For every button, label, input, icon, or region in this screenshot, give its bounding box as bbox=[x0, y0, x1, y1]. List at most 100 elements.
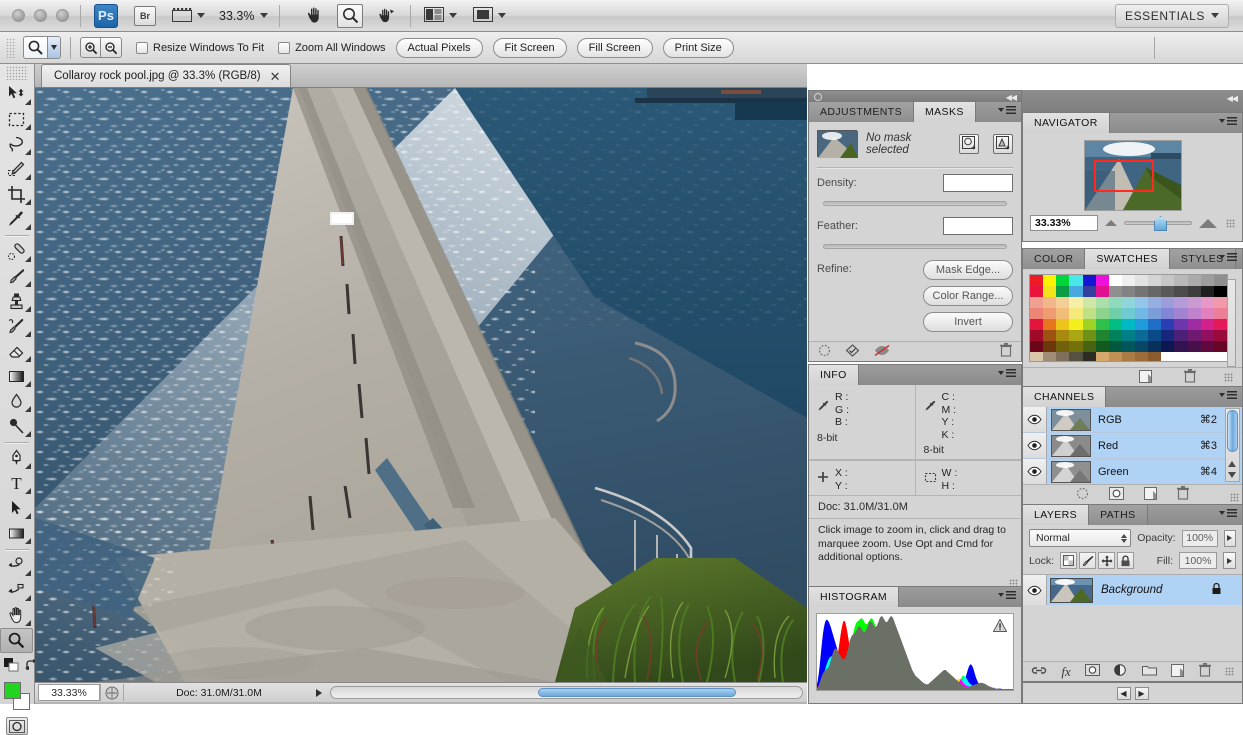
swatch-cell[interactable] bbox=[1122, 297, 1135, 308]
dodge-tool[interactable] bbox=[0, 414, 33, 439]
path-selection-tool[interactable] bbox=[0, 496, 33, 521]
tool-expand-triangle[interactable] bbox=[25, 595, 31, 601]
swatch-cell[interactable] bbox=[1148, 275, 1161, 286]
swatch-cell[interactable] bbox=[1096, 330, 1109, 341]
view-extras-menu[interactable] bbox=[172, 8, 205, 23]
swatch-cell[interactable] bbox=[1161, 319, 1174, 330]
zoom-direction-buttons[interactable] bbox=[80, 37, 122, 58]
tool-expand-triangle[interactable] bbox=[25, 406, 31, 412]
swatch-cell[interactable] bbox=[1043, 341, 1056, 352]
swatch-cell[interactable] bbox=[1214, 352, 1227, 362]
mask-thumbnail[interactable] bbox=[817, 130, 857, 157]
options-bar-grip[interactable] bbox=[6, 38, 16, 58]
quick-selection-tool[interactable] bbox=[0, 157, 33, 182]
channel-row-red[interactable]: Red ⌘3 bbox=[1023, 433, 1242, 459]
checkbox-box[interactable] bbox=[278, 42, 290, 54]
tool-expand-triangle[interactable] bbox=[25, 256, 31, 262]
swatch-cell[interactable] bbox=[1135, 341, 1148, 352]
swatches-panel-tabs[interactable]: COLOR SWATCHES STYLES bbox=[1023, 249, 1242, 269]
swatch-cell[interactable] bbox=[1148, 341, 1161, 352]
swatch-cell[interactable] bbox=[1201, 341, 1214, 352]
channels-panel-tabs[interactable]: CHANNELS bbox=[1023, 387, 1242, 407]
tab-info[interactable]: INFO bbox=[809, 365, 859, 385]
lasso-tool[interactable] bbox=[0, 132, 33, 157]
actual-pixels-button[interactable]: Actual Pixels bbox=[396, 38, 483, 58]
document-tab[interactable]: Collaroy rock pool.jpg @ 33.3% (RGB/8) ✕ bbox=[41, 64, 291, 87]
swatch-cell[interactable] bbox=[1083, 275, 1096, 286]
swatch-cell[interactable] bbox=[1148, 308, 1161, 319]
pen-tool[interactable] bbox=[0, 446, 33, 471]
swatch-cell[interactable] bbox=[1069, 275, 1082, 286]
tool-expand-triangle[interactable] bbox=[25, 124, 31, 130]
opacity-slider-arrow-icon[interactable] bbox=[1224, 530, 1236, 547]
swatch-cell[interactable] bbox=[1188, 275, 1201, 286]
gradient-tool[interactable] bbox=[0, 364, 33, 389]
delete-swatch-icon[interactable] bbox=[1184, 369, 1196, 386]
tab-channels[interactable]: CHANNELS bbox=[1023, 387, 1106, 407]
swatch-cell[interactable] bbox=[1161, 275, 1174, 286]
status-zoom-field[interactable]: 33.33% bbox=[38, 684, 100, 701]
swatch-cell[interactable] bbox=[1043, 330, 1056, 341]
image-canvas[interactable] bbox=[35, 88, 807, 682]
swatch-cell[interactable] bbox=[1201, 330, 1214, 341]
preview-proxy-icon[interactable] bbox=[100, 684, 124, 701]
swatch-cell[interactable] bbox=[1096, 341, 1109, 352]
brush-tool[interactable] bbox=[0, 264, 33, 289]
navigator-thumbnail[interactable] bbox=[1084, 140, 1182, 211]
layer-style-icon[interactable]: fx bbox=[1061, 664, 1070, 680]
swatch-grid[interactable] bbox=[1029, 274, 1228, 362]
swatch-cell[interactable] bbox=[1043, 308, 1056, 319]
swatch-cell[interactable] bbox=[1214, 308, 1227, 319]
swatch-cell[interactable] bbox=[1083, 330, 1096, 341]
disable-mask-icon[interactable] bbox=[874, 344, 890, 360]
tool-expand-triangle[interactable] bbox=[25, 224, 31, 230]
rotate-view-tool-button[interactable] bbox=[373, 4, 399, 28]
swatch-cell[interactable] bbox=[1030, 297, 1043, 308]
swatch-cell[interactable] bbox=[1109, 275, 1122, 286]
swatch-cell[interactable] bbox=[1174, 275, 1187, 286]
tool-expand-triangle[interactable] bbox=[25, 488, 31, 494]
swatch-cell[interactable] bbox=[1109, 319, 1122, 330]
foreground-color-swatch[interactable] bbox=[4, 682, 21, 699]
tool-expand-triangle[interactable] bbox=[25, 538, 31, 544]
swatch-cell[interactable] bbox=[1174, 341, 1187, 352]
histogram-panel-tabs[interactable]: HISTOGRAM bbox=[809, 587, 1021, 607]
swatch-cell[interactable] bbox=[1069, 352, 1082, 362]
swatch-cell[interactable] bbox=[1083, 352, 1096, 362]
channel-row-green[interactable]: Green ⌘4 bbox=[1023, 459, 1242, 485]
opacity-value[interactable]: 100% bbox=[1182, 530, 1218, 547]
tool-expand-triangle[interactable] bbox=[25, 281, 31, 287]
eraser-tool[interactable] bbox=[0, 339, 33, 364]
swatch-cell[interactable] bbox=[1030, 352, 1043, 362]
swatch-cell[interactable] bbox=[1043, 352, 1056, 362]
swatch-cell[interactable] bbox=[1069, 319, 1082, 330]
window-traffic-lights[interactable] bbox=[12, 9, 69, 22]
navigator-panel-tabs[interactable]: NAVIGATOR bbox=[1023, 113, 1242, 133]
navigator-panel-menu-button[interactable] bbox=[1219, 117, 1237, 125]
swatch-cell[interactable] bbox=[1069, 286, 1082, 297]
swatch-cell[interactable] bbox=[1174, 308, 1187, 319]
swatch-cell[interactable] bbox=[1201, 319, 1214, 330]
swatch-cell[interactable] bbox=[1188, 352, 1201, 362]
swatch-cell[interactable] bbox=[1096, 286, 1109, 297]
horizontal-scrollbar-thumb[interactable] bbox=[538, 688, 736, 697]
scroll-down-arrow-icon[interactable] bbox=[1228, 472, 1236, 478]
swatch-cell[interactable] bbox=[1030, 286, 1043, 297]
density-slider[interactable] bbox=[823, 201, 1007, 206]
swatch-cell[interactable] bbox=[1109, 308, 1122, 319]
feather-input[interactable] bbox=[943, 217, 1013, 235]
swatch-cell[interactable] bbox=[1188, 319, 1201, 330]
rectangular-marquee-tool[interactable] bbox=[0, 107, 33, 132]
collapse-to-icons-icon[interactable]: ◀◀ bbox=[1006, 93, 1016, 102]
swatch-cell[interactable] bbox=[1201, 286, 1214, 297]
swatch-cell[interactable] bbox=[1083, 341, 1096, 352]
print-size-button[interactable]: Print Size bbox=[663, 38, 734, 58]
add-vector-mask-button[interactable]: + bbox=[993, 134, 1013, 154]
tab-paths[interactable]: PATHS bbox=[1089, 505, 1147, 525]
lock-image-pixels-icon[interactable] bbox=[1079, 552, 1096, 569]
swatch-cell[interactable] bbox=[1135, 308, 1148, 319]
zoom-level-dropdown[interactable] bbox=[260, 13, 268, 18]
swatch-cell[interactable] bbox=[1148, 286, 1161, 297]
swatch-cell[interactable] bbox=[1174, 352, 1187, 362]
swatch-cell[interactable] bbox=[1030, 308, 1043, 319]
